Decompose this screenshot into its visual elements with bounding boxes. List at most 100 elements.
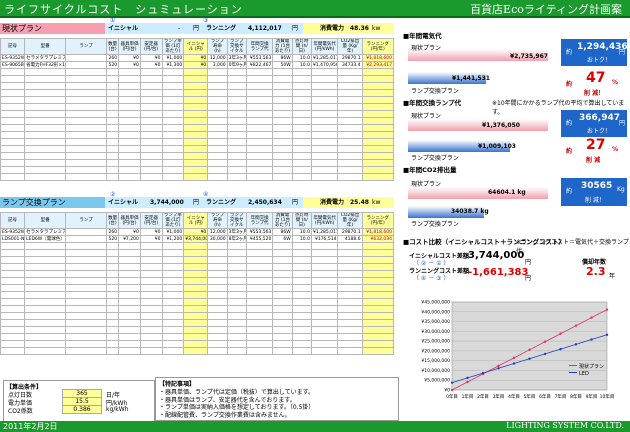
column-header: 点灯時間 (h/日): [291, 212, 312, 229]
column-header: 安定器 (円/台): [139, 38, 163, 55]
table-cell: [361, 96, 395, 104]
table-cell: [0, 347, 26, 355]
footer-company: LIGHTING SYSTEM CO.LTD.: [506, 421, 624, 430]
table-cell: [65, 145, 108, 153]
table-cell: [226, 242, 247, 250]
table-cell: [245, 131, 274, 139]
table-cell: [118, 340, 141, 348]
table-cell: [361, 166, 395, 174]
table-cell: [106, 347, 120, 355]
table-cell: [361, 75, 395, 83]
table-cell: [161, 291, 185, 299]
elec-title: ■年間電気代: [403, 32, 442, 40]
table-cell: [24, 166, 67, 174]
table-cell: [183, 263, 209, 271]
lamp-pct-sub: 削 減: [586, 157, 601, 164]
table-cell: [106, 145, 120, 153]
table-cell: [291, 75, 312, 83]
table-cell: [161, 103, 185, 111]
x-tick-label: 5年目: [524, 393, 536, 400]
table-cell: [337, 82, 363, 90]
column-header: 型番: [24, 212, 67, 229]
condition-value: 0.386: [62, 405, 102, 414]
elec-pct-sub: 削 減！: [584, 90, 605, 97]
table-cell: [291, 270, 312, 278]
table-cell: LED6W（電球色）: [24, 235, 67, 243]
notes-box: 【特記事項】 ・器具単価、ランプ代は定価（税抜）で算出しています。 ・器具単価はラ…: [155, 377, 399, 421]
table-cell: [207, 319, 228, 327]
table-cell: [361, 284, 395, 292]
table-cell: [106, 340, 120, 348]
run-diff-unit: 円: [525, 275, 532, 282]
table-cell: [272, 340, 293, 348]
x-tick-label: 2年目: [477, 393, 489, 400]
y-tick-label: ¥45,000,000: [421, 300, 450, 306]
plan2-table: 記号 型番 ランプ 数量 (台) 器具単価 (円/台) 安定器 (円/台) ランプ単価 (1…: [0, 212, 395, 355]
table-cell: [0, 305, 26, 313]
table-cell: [272, 242, 293, 250]
table-cell: [0, 326, 26, 334]
table-cell: [118, 110, 141, 118]
table-cell: [207, 326, 228, 334]
plan1-running-label: ランニング: [206, 25, 237, 32]
table-cell: [24, 68, 67, 76]
table-cell: [65, 242, 108, 250]
table-cell: [291, 333, 312, 341]
table-cell: [245, 340, 274, 348]
table-cell: [245, 256, 274, 264]
data-point: [574, 324, 578, 327]
table-cell: [245, 277, 274, 285]
table-cell: ¥1,000: [161, 228, 185, 236]
table-cell: [183, 124, 209, 132]
table-cell: [310, 96, 339, 104]
elec-box-unit: 円: [619, 49, 626, 56]
table-row-empty: [0, 256, 395, 264]
table-cell: [207, 96, 228, 104]
co2-box-value: 30565: [581, 181, 613, 191]
table-cell: [24, 249, 67, 257]
table-cell: [65, 61, 108, 69]
column-header: ランプ寿命 (h): [207, 212, 228, 229]
table-cell: [291, 117, 312, 125]
table-cell: [106, 89, 120, 97]
table-cell: [361, 263, 395, 271]
table-cell: [207, 166, 228, 174]
elec-box-sub: おトク！: [587, 57, 612, 64]
table-cell: [65, 166, 108, 174]
co2-lamp-label: ランプ交換プラン: [411, 221, 459, 228]
table-cell: [337, 319, 363, 327]
table-cell: [118, 68, 141, 76]
column-header: ランプ寿命 (h): [207, 38, 228, 55]
table-cell: [337, 242, 363, 250]
table-cell: [361, 319, 395, 327]
table-cell: [207, 277, 228, 285]
table-cell: [226, 145, 247, 153]
table-cell: [183, 291, 209, 299]
table-cell: [226, 347, 247, 355]
table-row-empty: [0, 124, 395, 132]
run-diff-sub: （ ④ － ③ ）: [413, 275, 450, 282]
table-cell: [272, 312, 293, 320]
table-cell: [139, 89, 163, 97]
table-cell: [272, 110, 293, 118]
table-cell: [65, 256, 108, 264]
table-cell: [226, 96, 247, 104]
table-cell: [0, 138, 26, 146]
table-cell: [337, 159, 363, 167]
table-cell: [361, 152, 395, 160]
table-cell: [24, 159, 67, 167]
table-cell: [24, 305, 67, 313]
table-cell: [310, 319, 339, 327]
table-cell: [139, 103, 163, 111]
data-point: [574, 343, 578, 346]
table-cell: [24, 89, 67, 97]
table-cell: [291, 152, 312, 160]
table-cell: [226, 152, 247, 160]
table-cell: [161, 270, 185, 278]
column-header: 数量 (台): [106, 212, 120, 229]
table-cell: [106, 131, 120, 139]
column-header: イニシャル (円): [183, 38, 209, 55]
table-cell: [118, 333, 141, 341]
table-row: ES-9065B 省電力FHF32形×1灯 520 ¥0 ¥0 ¥1,300 ¥0 3,000…: [0, 61, 395, 69]
table-cell: [65, 103, 108, 111]
